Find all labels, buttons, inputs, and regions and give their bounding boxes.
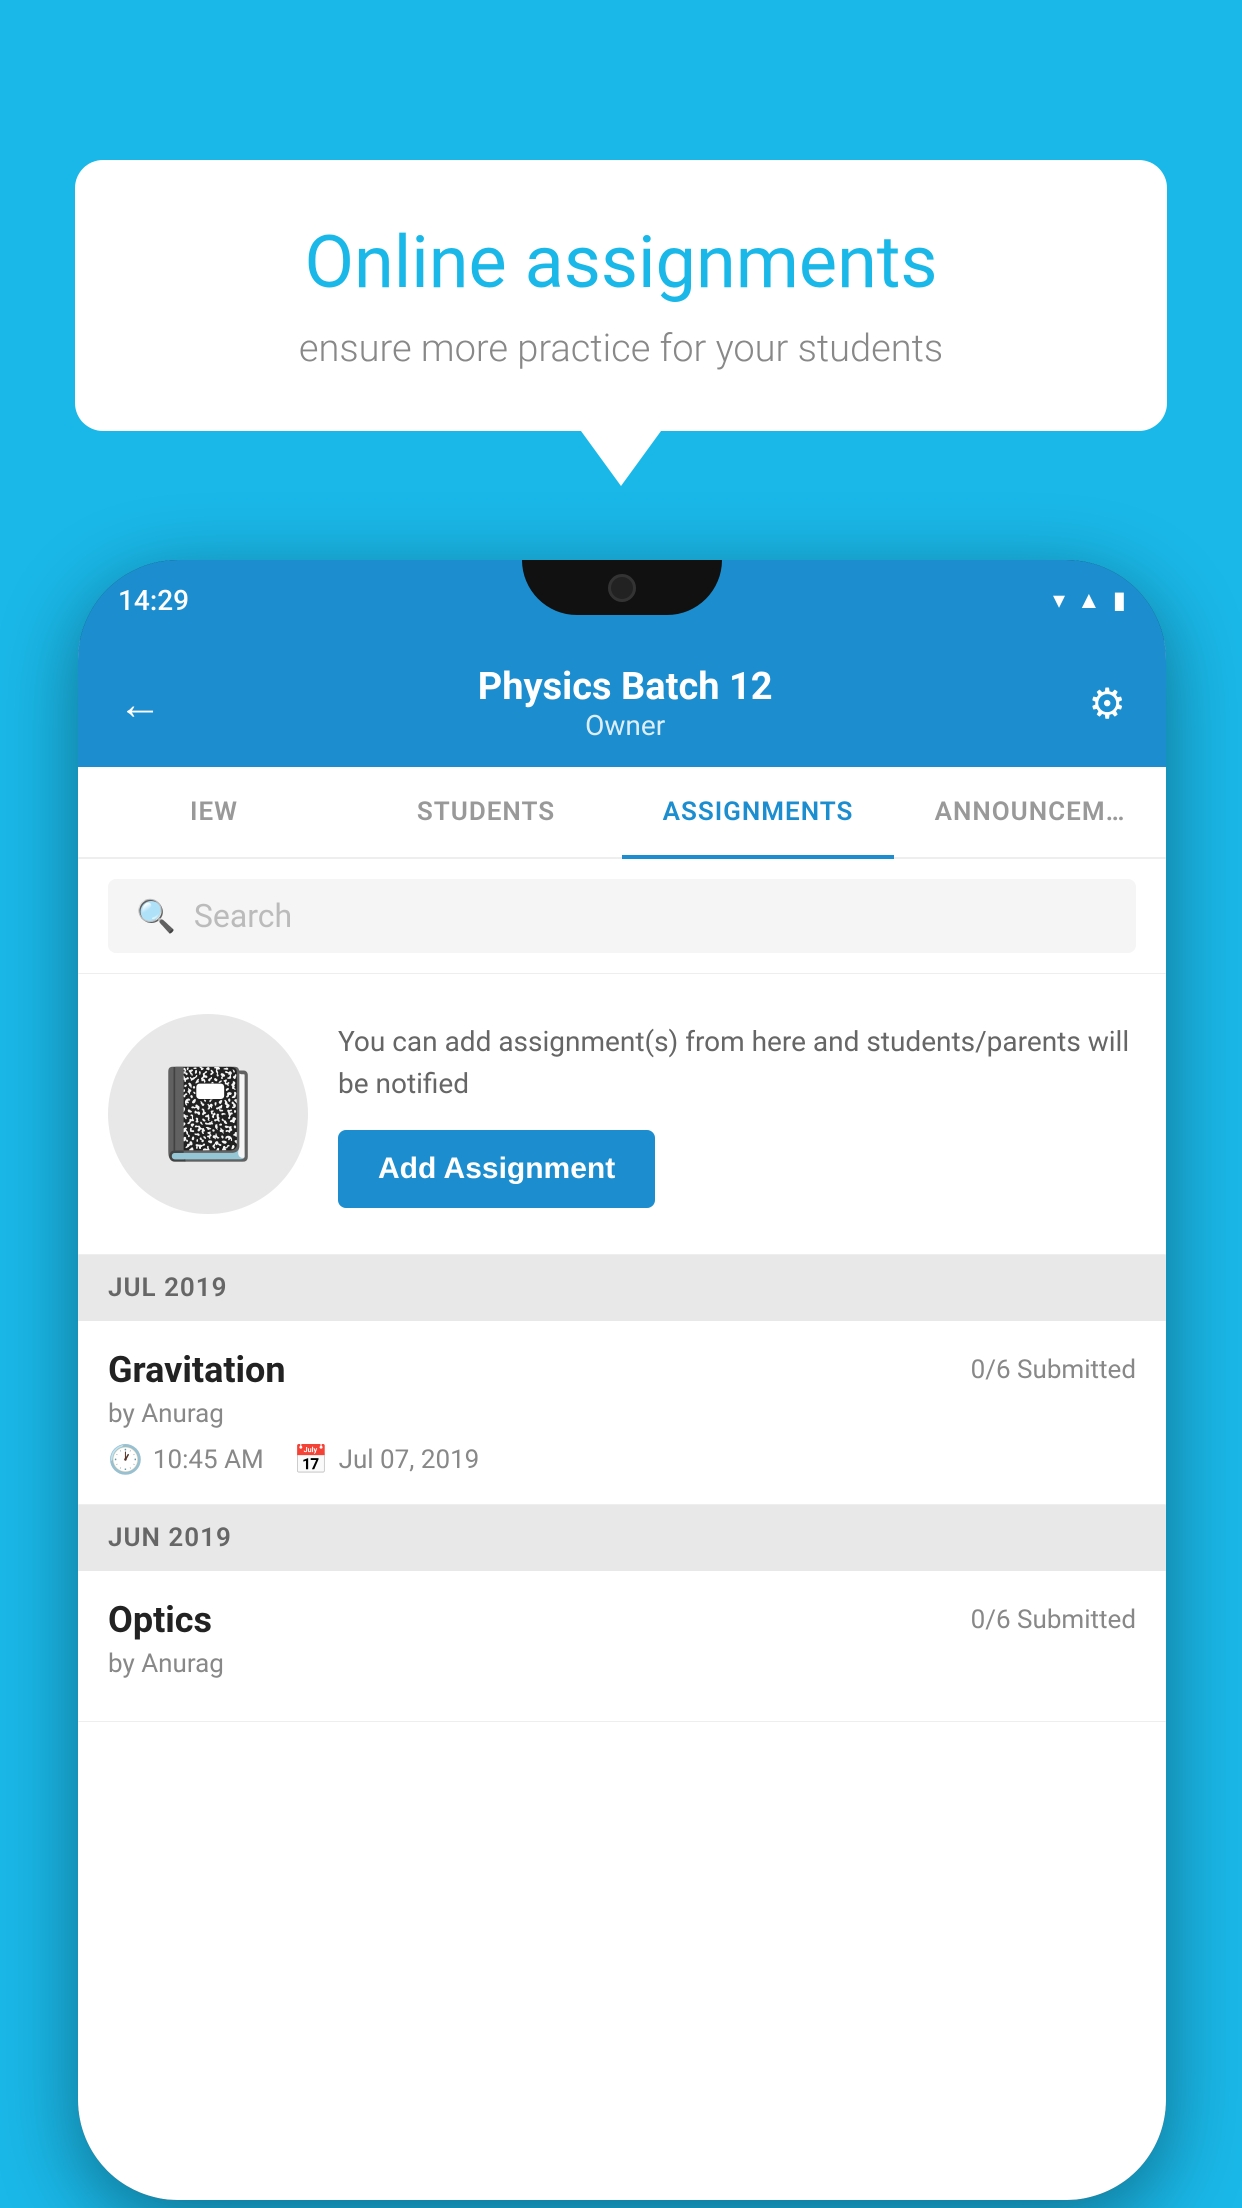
back-button[interactable]: ← — [118, 678, 162, 730]
assignment-item-gravitation[interactable]: Gravitation 0/6 Submitted by Anurag 🕐 10… — [78, 1321, 1166, 1505]
promo-description: You can add assignment(s) from here and … — [338, 1021, 1136, 1105]
header-title-block: Physics Batch 12 Owner — [478, 665, 773, 742]
assignment-author: by Anurag — [108, 1399, 1136, 1429]
promo-text-area: You can add assignment(s) from here and … — [338, 1021, 1136, 1208]
section-header-jul: JUL 2019 — [78, 1255, 1166, 1321]
tab-students[interactable]: STUDENTS — [350, 767, 622, 857]
assignment-submitted: 0/6 Submitted — [971, 1355, 1136, 1385]
phone-frame: 14:29 ▾ ▲ ▮ ← Physics Batch 12 Owner ⚙ I… — [78, 560, 1166, 2200]
status-time: 14:29 — [118, 584, 189, 617]
battery-icon: ▮ — [1113, 586, 1126, 614]
assignment-title: Gravitation — [108, 1349, 286, 1391]
tab-announcements[interactable]: ANNOUNCEM… — [894, 767, 1166, 857]
search-bar: 🔍 Search — [78, 859, 1166, 974]
assignment-title-optics: Optics — [108, 1599, 212, 1641]
assignment-top-row: Gravitation 0/6 Submitted — [108, 1349, 1136, 1391]
phone-notch — [522, 560, 722, 615]
status-icons: ▾ ▲ ▮ — [1053, 586, 1126, 615]
search-placeholder: Search — [194, 897, 292, 935]
clock-icon: 🕐 — [108, 1443, 143, 1476]
speech-bubble-container: Online assignments ensure more practice … — [75, 160, 1167, 486]
status-bar: 14:29 ▾ ▲ ▮ — [78, 560, 1166, 640]
assignment-top-row-optics: Optics 0/6 Submitted — [108, 1599, 1136, 1641]
assignment-author-optics: by Anurag — [108, 1649, 1136, 1679]
promo-icon-wrap: 📓 — [108, 1014, 308, 1214]
tabs-bar: IEW STUDENTS ASSIGNMENTS ANNOUNCEM… — [78, 767, 1166, 859]
settings-icon[interactable]: ⚙ — [1088, 679, 1126, 729]
promo-block: 📓 You can add assignment(s) from here an… — [78, 974, 1166, 1255]
tab-assignments[interactable]: ASSIGNMENTS — [622, 767, 894, 857]
tab-iew[interactable]: IEW — [78, 767, 350, 857]
header-title: Physics Batch 12 — [478, 665, 773, 709]
speech-bubble: Online assignments ensure more practice … — [75, 160, 1167, 431]
assignment-item-optics[interactable]: Optics 0/6 Submitted by Anurag — [78, 1571, 1166, 1722]
assignment-time: 🕐 10:45 AM — [108, 1443, 264, 1476]
phone-screen: ← Physics Batch 12 Owner ⚙ IEW STUDENTS … — [78, 640, 1166, 2200]
signal-icon: ▲ — [1077, 586, 1101, 615]
app-header: ← Physics Batch 12 Owner ⚙ — [78, 640, 1166, 767]
header-subtitle: Owner — [478, 709, 773, 742]
assignment-meta: 🕐 10:45 AM 📅 Jul 07, 2019 — [108, 1443, 1136, 1476]
speech-bubble-tail — [581, 431, 661, 486]
notebook-icon: 📓 — [152, 1062, 264, 1167]
calendar-icon: 📅 — [294, 1443, 329, 1476]
section-header-jun: JUN 2019 — [78, 1505, 1166, 1571]
assignment-submitted-optics: 0/6 Submitted — [971, 1605, 1136, 1635]
search-icon: 🔍 — [136, 897, 176, 935]
search-input-wrap[interactable]: 🔍 Search — [108, 879, 1136, 953]
assignment-date-value: Jul 07, 2019 — [339, 1445, 480, 1475]
assignment-time-value: 10:45 AM — [153, 1445, 264, 1475]
assignment-date: 📅 Jul 07, 2019 — [294, 1443, 480, 1476]
speech-bubble-title: Online assignments — [145, 220, 1097, 305]
phone-camera — [608, 574, 636, 602]
add-assignment-button[interactable]: Add Assignment — [338, 1130, 655, 1208]
wifi-icon: ▾ — [1053, 586, 1065, 614]
speech-bubble-subtitle: ensure more practice for your students — [145, 327, 1097, 371]
